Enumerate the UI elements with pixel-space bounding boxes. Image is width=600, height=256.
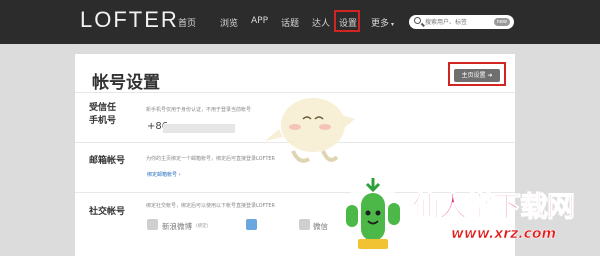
settings-highlight-box [334, 10, 360, 32]
nav-app[interactable]: APP [251, 16, 268, 26]
nav-experts[interactable]: 达人 [312, 16, 330, 29]
phone-label: 受信任 手机号 [89, 102, 116, 128]
phone-description: 新手机号仅用于身份认证，不用于登录当前帐号 [146, 107, 252, 113]
nav-home[interactable]: 首页 [178, 16, 196, 29]
email-description: 为你的主页绑定一个邮箱帐号，绑定后可直接登录LOFTER [146, 156, 276, 162]
nav-more-label: 更多 [371, 19, 390, 29]
search-input[interactable] [425, 16, 493, 28]
social-description: 绑定社交帐号，绑定后可以使用以下帐号直接登录LOFTER [146, 203, 276, 209]
lofter-mascot-image [265, 98, 355, 163]
bind-email-link-label: 绑定邮箱帐号 [147, 172, 178, 178]
top-nav-bar: LOFTER 首页 浏览 APP 话题 达人 设置 更多▾ new [0, 0, 600, 44]
weibo-label[interactable]: 新浪微博 [162, 221, 192, 232]
watermark-url-text: www.xrz.com [451, 226, 557, 243]
wechat-icon[interactable] [299, 219, 310, 230]
phone-label-line1: 受信任 [89, 103, 117, 113]
nav-topics[interactable]: 话题 [281, 16, 299, 29]
bind-email-link[interactable]: 绑定邮箱帐号 › [147, 171, 181, 178]
phone-label-line2: 手机号 [89, 116, 117, 126]
cactus-logo-icon [340, 178, 406, 250]
search-icon [414, 17, 421, 24]
nav-browse[interactable]: 浏览 [220, 16, 238, 29]
weibo-icon[interactable] [147, 219, 158, 230]
search-box[interactable]: new [409, 15, 514, 29]
chevron-down-icon: ▾ [391, 21, 395, 28]
page-title: 帐号设置 [92, 73, 160, 93]
social-label: 社交帐号 [89, 207, 126, 217]
nav-more[interactable]: 更多 ▾ [371, 16, 394, 29]
home-settings-highlight-box [448, 62, 506, 86]
new-badge: new [493, 18, 510, 26]
phone-number-redacted [163, 124, 235, 133]
lofter-logo[interactable]: LOFTER [80, 7, 179, 33]
qq-icon[interactable] [246, 219, 257, 230]
email-label: 邮箱帐号 [89, 156, 126, 166]
weibo-bound-tag: (绑定) [196, 224, 209, 229]
wechat-label[interactable]: 微信 [313, 221, 328, 232]
watermark-brand-text: 仙人掌下载网 [411, 190, 575, 224]
